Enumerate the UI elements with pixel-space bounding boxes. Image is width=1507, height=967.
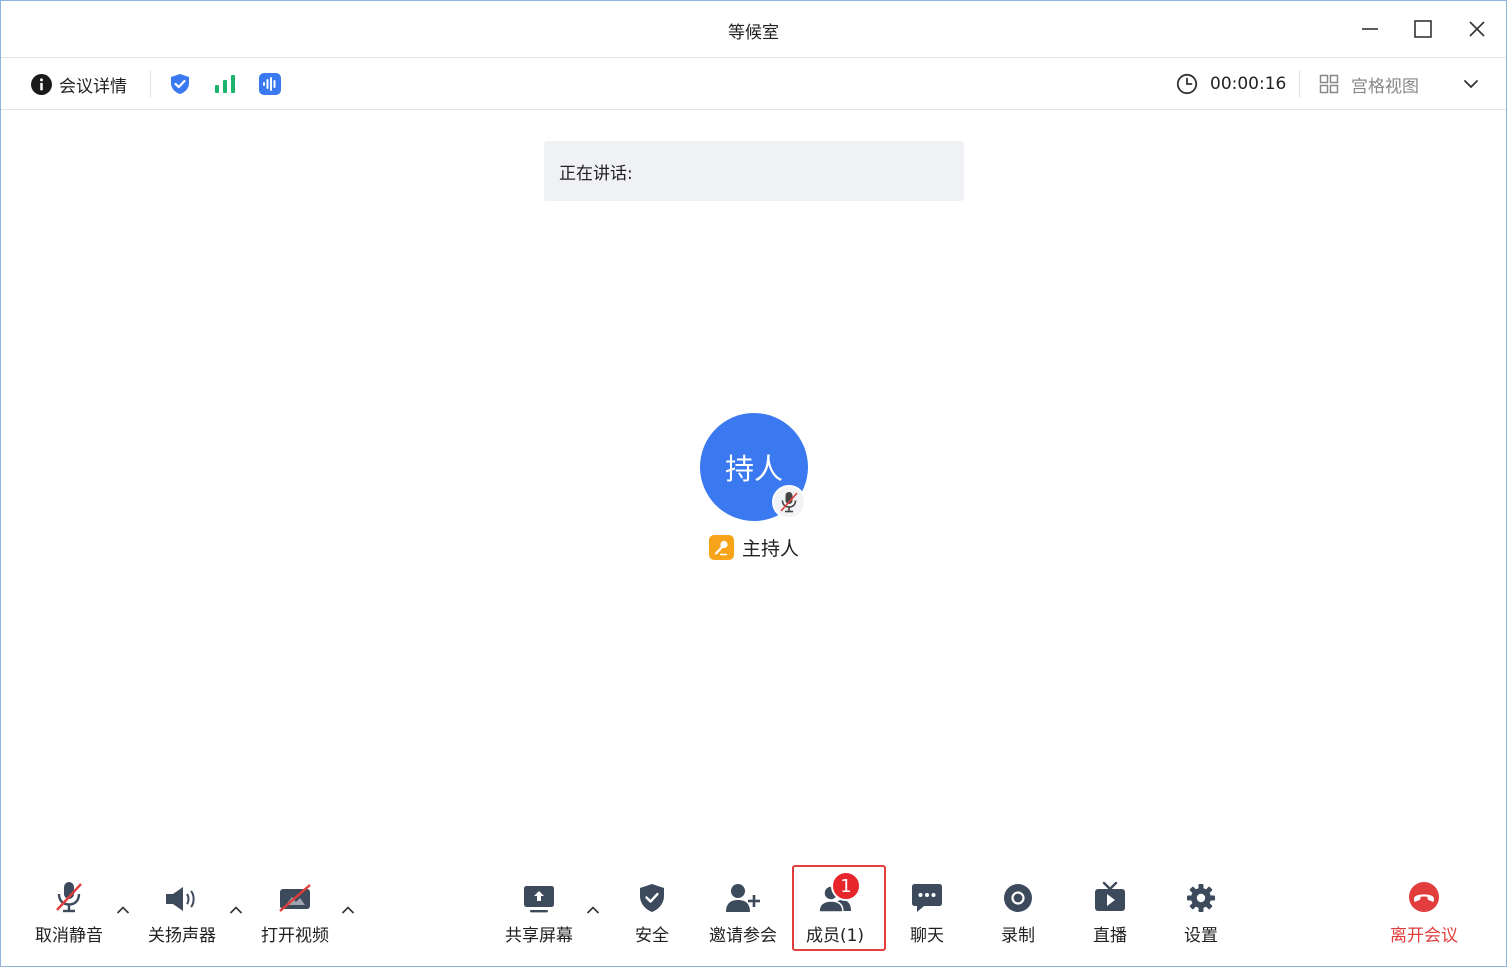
invite-button[interactable]: 邀请参会 <box>697 877 789 953</box>
speaking-label: 正在讲话: <box>559 163 633 184</box>
start-video-button[interactable]: 打开视频 <box>249 877 341 953</box>
meeting-controls: 取消静音 关扬声器 打开视频 共享屏幕 安全 邀请参会 成员(1) 聊天 录制 … <box>1 863 1506 963</box>
host-mic-icon <box>714 540 728 555</box>
hang-up-icon <box>1409 882 1439 912</box>
speaker-off-button[interactable]: 关扬声器 <box>136 877 228 953</box>
encryption-status[interactable] <box>169 58 191 110</box>
live-stream-button[interactable]: 直播 <box>1064 877 1156 953</box>
audio-options-caret[interactable] <box>114 903 132 917</box>
network-status[interactable] <box>214 58 236 110</box>
video-off-icon <box>279 884 311 912</box>
toolbar-divider <box>150 70 151 98</box>
chevron-down-icon <box>1464 80 1478 88</box>
avatar-text: 持人 <box>724 452 783 486</box>
grid-view-button[interactable]: 宫格视图 <box>1319 58 1419 110</box>
chat-label: 聊天 <box>910 926 944 946</box>
security-button[interactable]: 安全 <box>606 877 698 953</box>
host-tag <box>709 534 734 560</box>
gear-icon <box>1187 884 1215 912</box>
maximize-button[interactable] <box>1409 15 1437 43</box>
mic-muted-icon <box>780 492 798 513</box>
meeting-toolbar: 会议详情 00:00:16 宫格视图 <box>1 58 1506 110</box>
add-user-icon <box>726 884 760 912</box>
shield-icon <box>640 884 664 912</box>
grid-view-label: 宫格视图 <box>1351 76 1419 97</box>
minimize-button[interactable] <box>1356 15 1384 43</box>
clock-icon <box>1176 73 1198 95</box>
members-count-badge: 1 <box>831 871 861 901</box>
meeting-details-button[interactable]: 会议详情 <box>31 58 127 110</box>
mic-off-icon <box>56 882 82 913</box>
speaker-options-caret[interactable] <box>227 903 245 917</box>
chevron-up-icon <box>116 906 130 914</box>
settings-label: 设置 <box>1184 926 1218 946</box>
speaking-indicator: 正在讲话: <box>544 141 964 201</box>
share-screen-label: 共享屏幕 <box>505 926 573 946</box>
chat-icon <box>912 884 942 912</box>
record-label: 录制 <box>1001 926 1035 946</box>
unmute-button[interactable]: 取消静音 <box>23 877 115 953</box>
participant-name: 主持人 <box>742 537 800 560</box>
meeting-timer: 00:00:16 <box>1176 58 1286 110</box>
view-options-dropdown[interactable] <box>1462 58 1480 110</box>
meeting-details-label: 会议详情 <box>59 76 127 97</box>
maximize-icon <box>1414 20 1432 38</box>
participant-muted-badge <box>772 485 806 519</box>
close-icon <box>1469 21 1485 37</box>
share-options-caret[interactable] <box>584 903 602 917</box>
signal-bars-icon <box>215 75 235 93</box>
info-icon <box>31 73 52 95</box>
toolbar-divider <box>1299 70 1300 98</box>
leave-meeting-button[interactable]: 离开会议 <box>1378 877 1470 953</box>
live-tv-icon <box>1095 881 1125 911</box>
voice-wave-icon <box>259 73 281 95</box>
speaker-off-label: 关扬声器 <box>148 926 216 946</box>
video-options-caret[interactable] <box>339 903 357 917</box>
title-bar: 等候室 <box>1 1 1506 58</box>
chevron-up-icon <box>229 906 243 914</box>
minimize-icon <box>1362 28 1378 30</box>
chevron-up-icon <box>586 906 600 914</box>
record-button[interactable]: 录制 <box>972 877 1064 953</box>
window-title: 等候室 <box>728 23 779 43</box>
security-label: 安全 <box>635 926 669 946</box>
timer-text: 00:00:16 <box>1210 74 1287 94</box>
invite-label: 邀请参会 <box>709 926 777 946</box>
speaker-icon <box>166 887 195 911</box>
share-screen-icon <box>524 886 554 913</box>
grid-view-icon <box>1319 74 1339 94</box>
chat-button[interactable]: 聊天 <box>881 877 973 953</box>
record-icon <box>1004 884 1032 912</box>
live-stream-label: 直播 <box>1093 926 1127 946</box>
close-button[interactable] <box>1463 15 1491 43</box>
settings-button[interactable]: 设置 <box>1155 877 1247 953</box>
audio-waveform-button[interactable] <box>259 58 281 110</box>
chevron-up-icon <box>341 906 355 914</box>
shield-check-icon <box>171 74 189 94</box>
leave-meeting-label: 离开会议 <box>1390 926 1458 946</box>
unmute-label: 取消静音 <box>35 926 103 946</box>
participant-name-row: 主持人 <box>709 533 799 561</box>
share-screen-button[interactable]: 共享屏幕 <box>493 877 585 953</box>
meeting-window: 等候室 会议详情 00:00:16 宫格视图 正在讲话: 持人 主持人 取消静音… <box>0 0 1507 967</box>
start-video-label: 打开视频 <box>261 926 329 946</box>
